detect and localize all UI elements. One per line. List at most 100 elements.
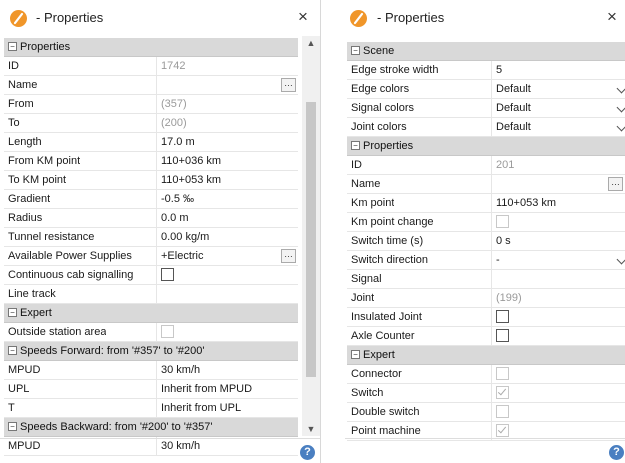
chevron-down-icon[interactable]	[616, 102, 625, 113]
close-icon[interactable]: ×	[298, 8, 308, 25]
value-tunnel-resistance[interactable]: 0.00 kg/m	[156, 228, 298, 246]
property-label: Double switch	[351, 403, 419, 421]
value-gradient[interactable]: -0.5 ‰	[156, 190, 298, 208]
value-upl[interactable]: Inherit from MPUD	[156, 380, 298, 398]
collapse-icon[interactable]: −	[8, 422, 17, 431]
collapse-icon[interactable]: −	[8, 42, 17, 51]
property-label: MPUD	[8, 361, 40, 379]
value-mpud[interactable]: 30 km/h	[156, 437, 298, 455]
value-edge-stroke-width[interactable]: 5	[491, 61, 625, 79]
help-icon[interactable]: ?	[609, 445, 624, 460]
value-mpud[interactable]: 30 km/h	[156, 361, 298, 379]
property-label: Switch direction	[351, 251, 428, 269]
scroll-down-icon[interactable]: ▼	[302, 422, 320, 436]
value-switch-time-s[interactable]: 0 s	[491, 232, 625, 250]
value-continuous-cab-signalling[interactable]	[156, 266, 298, 284]
vertical-scrollbar[interactable]: ▲ ▼	[302, 36, 320, 436]
label-text: Switch time (s)	[351, 235, 424, 247]
value-from-km-point[interactable]: 110+036 km	[156, 152, 298, 170]
group-header-expert[interactable]: − Expert	[4, 304, 298, 323]
group-header-scene[interactable]: − Scene	[347, 42, 625, 61]
value-text: +Electric	[161, 250, 204, 262]
help-icon[interactable]: ?	[300, 445, 315, 460]
value-axle-counter[interactable]	[491, 327, 625, 345]
value-name[interactable]: …	[491, 175, 625, 193]
value-text: 5	[496, 64, 503, 76]
property-row-switch-direction: Switch direction -	[347, 251, 625, 270]
label-text: Insulated Joint	[351, 311, 422, 323]
chevron-down-icon[interactable]	[616, 83, 625, 94]
label-text: Switch direction	[351, 254, 429, 266]
value-insulated-joint[interactable]	[491, 308, 625, 326]
group-header-properties[interactable]: − Properties	[4, 38, 298, 57]
value-text: Default	[496, 83, 531, 95]
axle-counter-checkbox[interactable]	[496, 328, 509, 342]
value-switch-direction[interactable]: -	[491, 251, 625, 269]
value-double-switch[interactable]	[491, 403, 625, 421]
label-text: Name	[8, 79, 38, 91]
value-available-power-supplies[interactable]: +Electric …	[156, 247, 298, 265]
property-label: Length	[8, 133, 42, 151]
collapse-icon[interactable]: −	[351, 350, 360, 359]
value-km-point-change[interactable]	[491, 213, 625, 231]
collapse-icon[interactable]: −	[8, 308, 17, 317]
value-outside-station-area[interactable]	[156, 323, 298, 341]
value-t[interactable]: Inherit from UPL	[156, 399, 298, 417]
value-to: (200)	[156, 114, 298, 132]
window-title: - Properties	[36, 10, 104, 25]
value-text: 0 s	[496, 235, 511, 247]
group-header-label: − Expert	[351, 346, 395, 364]
value-name[interactable]: …	[156, 76, 298, 94]
property-label: To KM point	[8, 171, 66, 189]
chevron-down-icon[interactable]	[616, 121, 625, 132]
collapse-icon[interactable]: −	[8, 346, 17, 355]
group-header-label: − Scene	[351, 42, 394, 60]
value-length[interactable]: 17.0 m	[156, 133, 298, 151]
ellipsis-button[interactable]: …	[608, 177, 623, 191]
value-connector[interactable]	[491, 365, 625, 383]
label-text: T	[8, 402, 15, 414]
label-text: Continuous cab signalling	[8, 269, 134, 281]
value-line-track[interactable]	[156, 285, 298, 303]
value-switch[interactable]	[491, 384, 625, 402]
double-switch-checkbox	[496, 404, 509, 418]
scroll-thumb[interactable]	[306, 102, 316, 377]
label-text: Name	[351, 178, 381, 190]
insulated-joint-checkbox[interactable]	[496, 309, 509, 323]
property-row-edge-stroke-width: Edge stroke width 5	[347, 61, 625, 80]
point-machine-checkbox	[496, 423, 509, 437]
continuous-cab-signalling-checkbox[interactable]	[161, 267, 174, 281]
group-header-expert[interactable]: − Expert	[347, 346, 625, 365]
property-label: Continuous cab signalling	[8, 266, 133, 284]
window-title: - Properties	[377, 10, 445, 25]
value-to-km-point[interactable]: 110+053 km	[156, 171, 298, 189]
property-label: UPL	[8, 380, 29, 398]
outside-station-area-checkbox	[161, 324, 174, 338]
ellipsis-button[interactable]: …	[281, 78, 296, 92]
close-icon[interactable]: ×	[607, 8, 617, 25]
value-joint-colors[interactable]: Default	[491, 118, 625, 136]
scroll-up-icon[interactable]: ▲	[302, 36, 320, 50]
value-id: 1742	[156, 57, 298, 75]
label-text: Km point	[351, 197, 395, 209]
chevron-down-icon[interactable]	[616, 254, 625, 265]
label-text: Properties	[363, 140, 414, 152]
value-km-point[interactable]: 110+053 km	[491, 194, 625, 212]
app-logo-icon	[350, 10, 367, 27]
property-label: Switch	[351, 384, 383, 402]
footer-divider	[345, 438, 625, 439]
collapse-icon[interactable]: −	[351, 46, 360, 55]
ellipsis-button[interactable]: …	[281, 249, 296, 263]
value-signal-colors[interactable]: Default	[491, 99, 625, 117]
collapse-icon[interactable]: −	[351, 141, 360, 150]
group-header-speeds-forward-from-357-to-200[interactable]: − Speeds Forward: from '#357' to '#200'	[4, 342, 298, 361]
property-label: Insulated Joint	[351, 308, 422, 326]
property-row-double-switch: Double switch	[347, 403, 625, 422]
value-signal[interactable]	[491, 270, 625, 288]
group-header-speeds-backward-from-200-to-357[interactable]: − Speeds Backward: from '#200' to '#357'	[4, 418, 298, 437]
group-header-properties[interactable]: − Properties	[347, 137, 625, 156]
value-radius[interactable]: 0.0 m	[156, 209, 298, 227]
value-edge-colors[interactable]: Default	[491, 80, 625, 98]
label-text: Outside station area	[8, 326, 107, 338]
value-from: (357)	[156, 95, 298, 113]
